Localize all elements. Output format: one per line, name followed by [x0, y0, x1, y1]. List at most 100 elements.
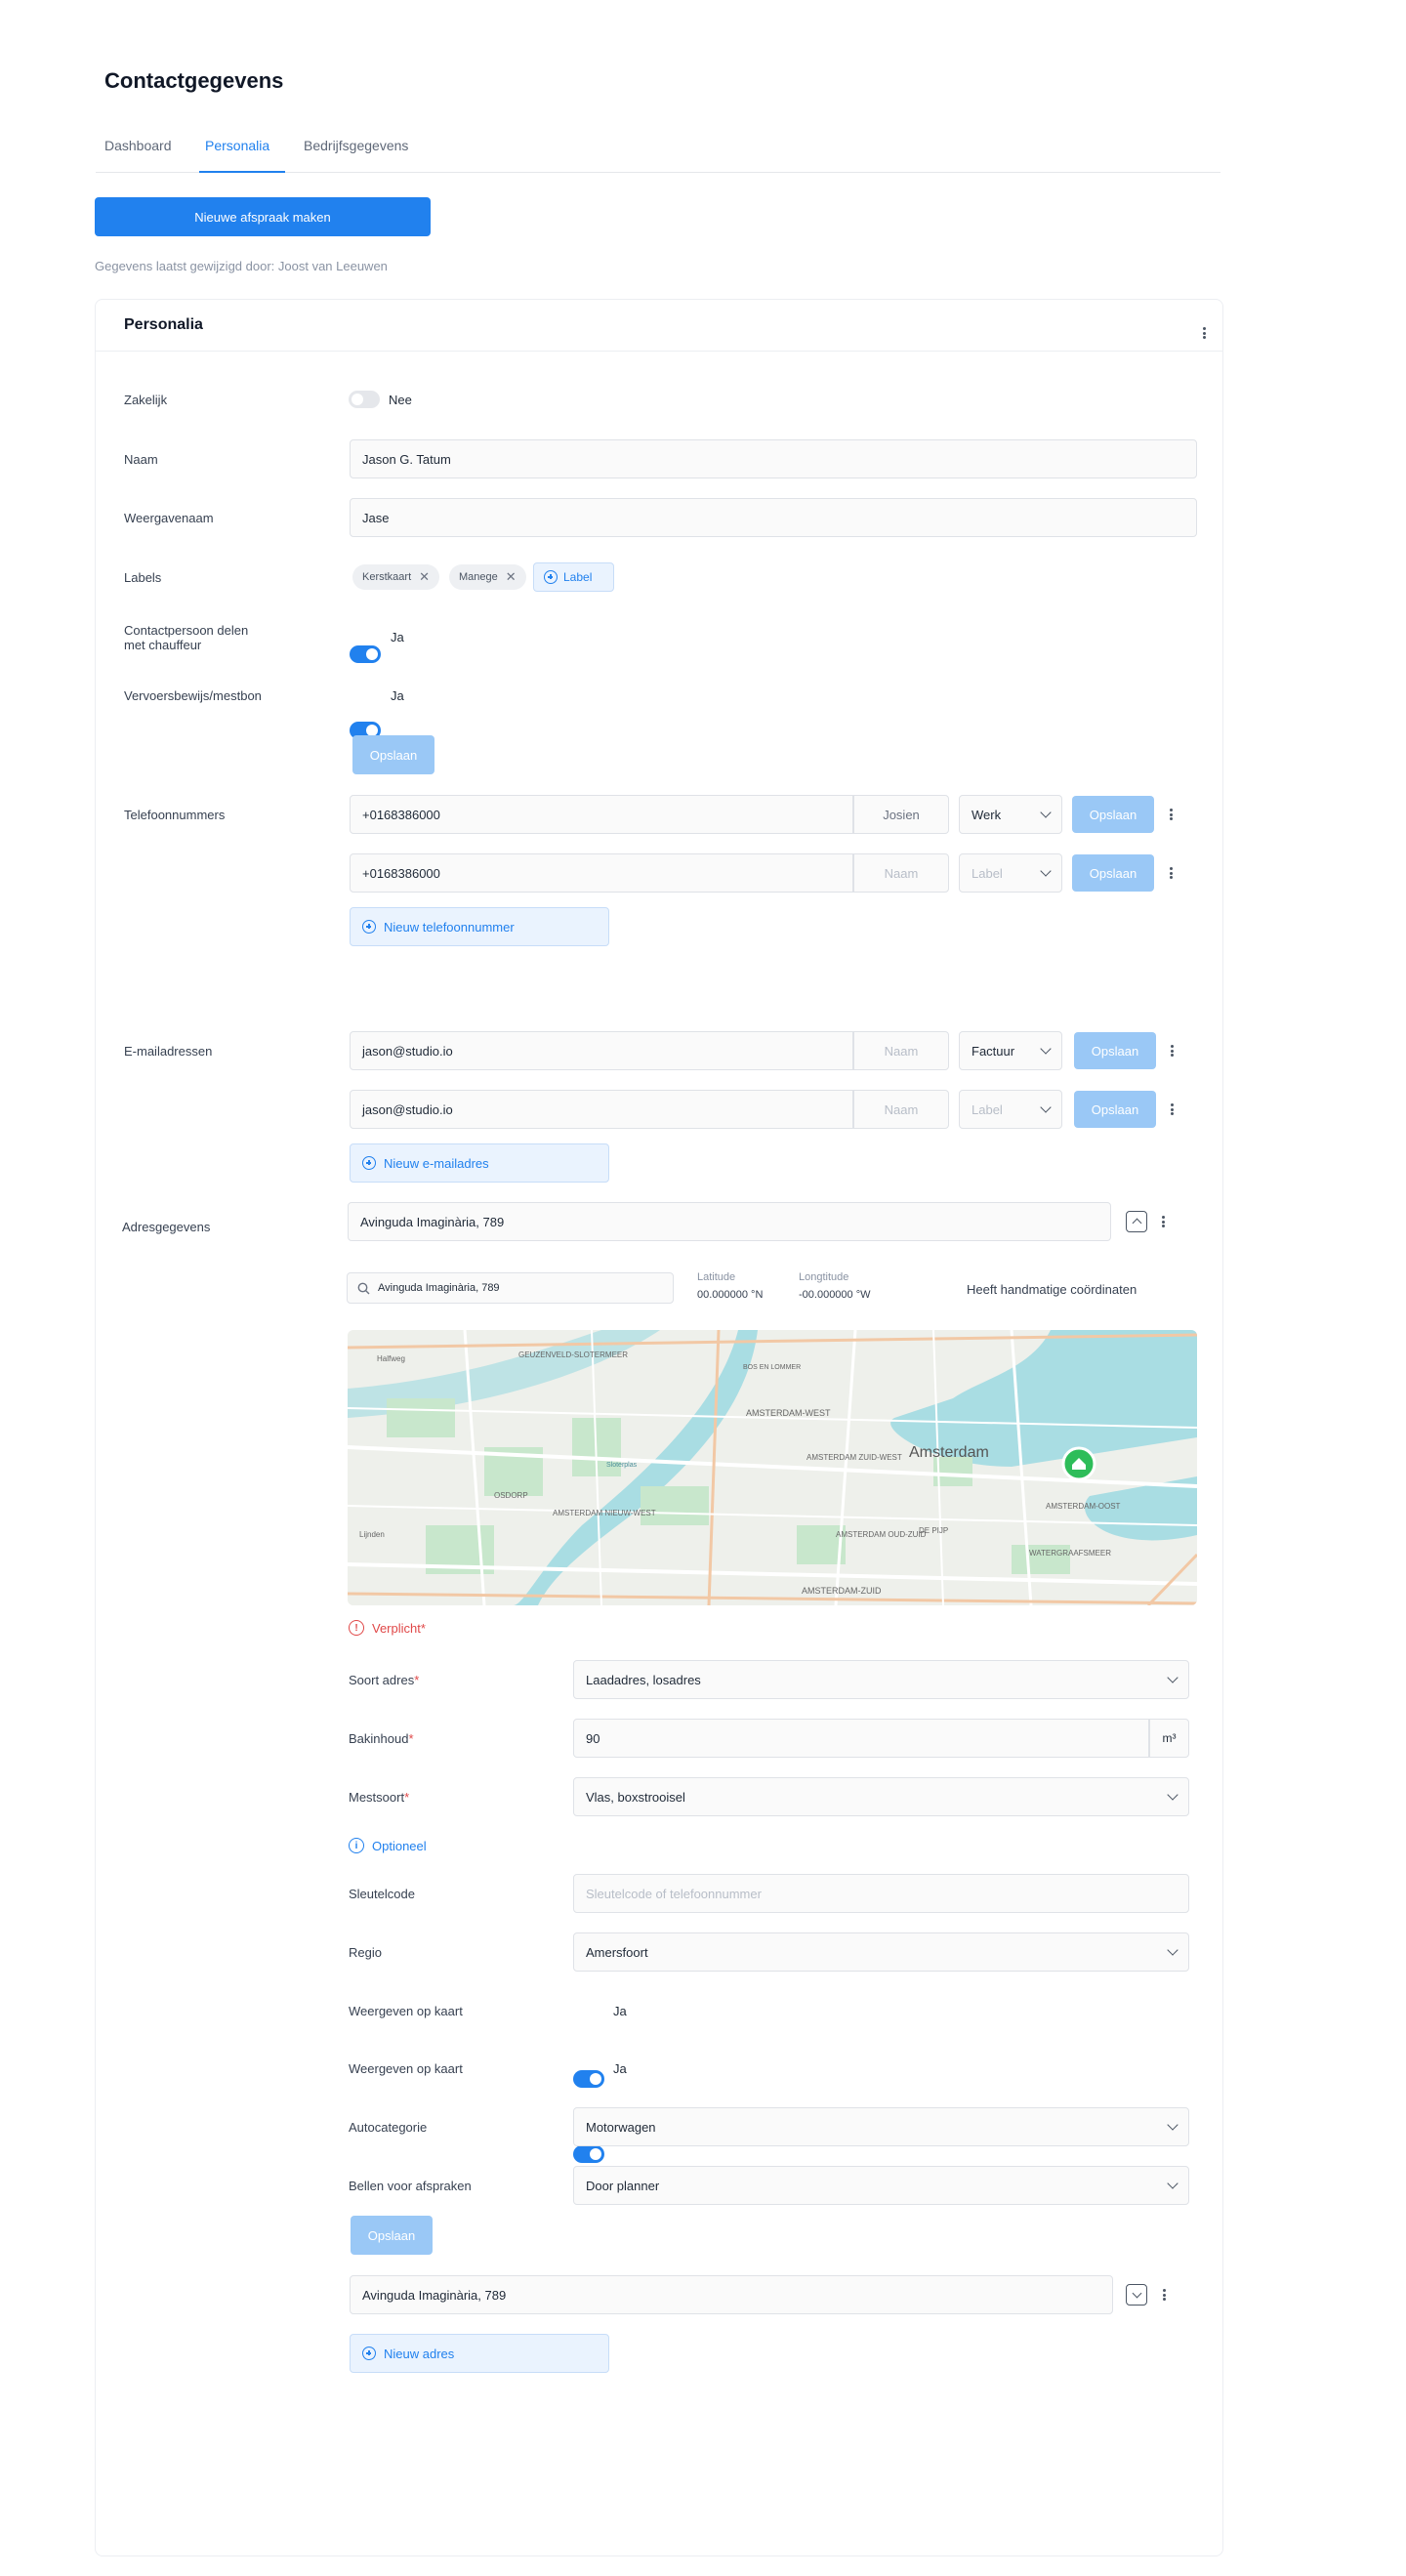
soort-adres-label-text: Soort adres — [349, 1673, 415, 1687]
tab-bedrijfsgegevens[interactable]: Bedrijfsgegevens — [304, 138, 408, 153]
address-map[interactable]: Amsterdam AMSTERDAM-WEST AMSTERDAM ZUID-… — [348, 1330, 1197, 1605]
add-email-text: Nieuw e-mailadres — [384, 1155, 489, 1171]
expand-address-button[interactable] — [1126, 2284, 1147, 2306]
add-address-button[interactable]: Nieuw adres — [350, 2334, 609, 2373]
show-on-map-label: Weergeven op kaart — [349, 2004, 463, 2018]
save-phone-button[interactable]: Opslaan — [1072, 796, 1154, 833]
map-district-label: Sloterplas — [606, 1462, 638, 1469]
sleutelcode-input[interactable]: Sleutelcode of telefoonnummer — [573, 1874, 1189, 1913]
show-on-map-value: Ja — [613, 2004, 627, 2018]
collapse-address-button[interactable] — [1126, 1211, 1147, 1232]
chevron-down-icon — [1040, 1101, 1052, 1113]
add-phone-button[interactable]: Nieuw telefoonnummer — [350, 907, 609, 946]
weergavenaam-label: Weergavenaam — [124, 511, 214, 525]
mestsoort-select[interactable]: Vlas, boxstrooisel — [573, 1777, 1189, 1816]
chevron-down-icon — [1167, 2119, 1179, 2131]
address-input[interactable]: Avinguda Imaginària, 789 — [350, 2275, 1113, 2314]
phone-number-input[interactable]: +0168386000 — [350, 853, 853, 893]
phone-row-menu-icon[interactable] — [1163, 864, 1179, 882]
contact-delen-label: Contactpersoon delen met chauffeur — [124, 623, 248, 652]
card-menu-icon[interactable] — [1196, 324, 1212, 342]
chevron-down-icon — [1040, 865, 1052, 877]
email-input[interactable]: jason@studio.io — [350, 1031, 853, 1070]
chevron-down-icon — [1040, 1043, 1052, 1055]
bakinhoud-input[interactable]: 90 — [573, 1719, 1149, 1758]
show-on-map-toggle[interactable] — [573, 2145, 604, 2163]
address-menu-icon[interactable] — [1156, 2286, 1172, 2304]
optional-text: Optioneel — [372, 1838, 427, 1853]
chevron-down-icon — [1167, 1944, 1179, 1956]
autocategorie-select[interactable]: Motorwagen — [573, 2107, 1189, 2146]
bakinhoud-label: Bakinhoud* — [349, 1731, 414, 1746]
show-on-map-toggle[interactable] — [573, 2070, 604, 2088]
map-district-label: Halfweg — [377, 1354, 405, 1363]
map-district-label: AMSTERDAM-OOST — [1046, 1502, 1121, 1511]
zakelijk-toggle[interactable] — [349, 391, 380, 408]
bakinhoud-unit: m³ — [1149, 1719, 1189, 1758]
remove-label-icon[interactable]: ✕ — [506, 569, 517, 585]
phone-name-input[interactable]: Josien — [853, 795, 949, 834]
address-search-input[interactable]: Avinguda Imaginària, 789 — [347, 1272, 674, 1304]
map-pin-icon — [1061, 1446, 1096, 1481]
email-row-menu-icon[interactable] — [1164, 1042, 1179, 1059]
manual-coords-label: Heeft handmatige coördinaten — [967, 1282, 1137, 1297]
new-appointment-button[interactable]: Nieuwe afspraak maken — [95, 197, 431, 236]
sleutelcode-label: Sleutelcode — [349, 1887, 415, 1901]
tab-dashboard[interactable]: Dashboard — [104, 138, 172, 153]
regio-select[interactable]: Amersfoort — [573, 1932, 1189, 1972]
address-input[interactable]: Avinguda Imaginària, 789 — [348, 1202, 1111, 1241]
save-email-button[interactable]: Opslaan — [1074, 1032, 1156, 1069]
address-menu-icon[interactable] — [1155, 1213, 1171, 1230]
add-email-button[interactable]: Nieuw e-mailadres — [350, 1143, 609, 1183]
plus-circle-icon — [362, 1156, 376, 1170]
active-tab-indicator — [199, 171, 285, 173]
card-header — [95, 299, 1223, 352]
email-name-input[interactable]: Naam — [853, 1090, 949, 1129]
vervoersbewijs-label: Vervoersbewijs/mestbon — [124, 688, 262, 703]
naam-label: Naam — [124, 452, 158, 467]
email-input[interactable]: jason@studio.io — [350, 1090, 853, 1129]
contact-delen-value: Ja — [391, 630, 404, 644]
email-row-menu-icon[interactable] — [1164, 1101, 1179, 1118]
labels-label: Labels — [124, 570, 162, 585]
phone-type-select[interactable]: Werk — [959, 795, 1062, 834]
bakinhoud-label-text: Bakinhoud — [349, 1731, 409, 1746]
weergavenaam-input[interactable]: Jase — [350, 498, 1197, 537]
longitude-label: Longtitude — [799, 1271, 849, 1283]
email-type-select[interactable]: Label — [959, 1090, 1062, 1129]
latitude-label: Latitude — [697, 1271, 736, 1283]
map-district-label: AMSTERDAM NIEUW-WEST — [553, 1509, 656, 1517]
soort-adres-select[interactable]: Laadadres, losadres — [573, 1660, 1189, 1699]
plus-circle-icon — [362, 920, 376, 934]
phone-name-placeholder: Naam — [884, 865, 919, 881]
show-on-map-label: Weergeven op kaart — [349, 2061, 463, 2076]
regio-label: Regio — [349, 1945, 382, 1960]
phone-number-input[interactable]: +0168386000 — [350, 795, 853, 834]
save-email-button[interactable]: Opslaan — [1074, 1091, 1156, 1128]
map-district-label: DE PIJP — [919, 1526, 948, 1535]
phones-label: Telefoonnummers — [124, 808, 226, 822]
add-label-button[interactable]: Label — [533, 562, 614, 592]
bellen-select[interactable]: Door planner — [573, 2166, 1189, 2205]
chevron-up-icon — [1132, 1218, 1141, 1228]
vervoersbewijs-value: Ja — [391, 688, 404, 703]
alert-circle-icon: ! — [349, 1620, 364, 1636]
map-district-label: OSDORP — [494, 1491, 528, 1500]
phone-row-menu-icon[interactable] — [1163, 806, 1179, 823]
tab-personalia[interactable]: Personalia — [205, 138, 269, 153]
address-label: Adresgegevens — [122, 1220, 211, 1234]
autocategorie-value: Motorwagen — [586, 2119, 656, 2135]
phone-name-input[interactable]: Naam — [853, 853, 949, 893]
save-personalia-button[interactable]: Opslaan — [352, 735, 434, 774]
email-name-placeholder: Naam — [884, 1101, 919, 1117]
contact-delen-label-line1: Contactpersoon delen — [124, 623, 249, 638]
email-name-input[interactable]: Naam — [853, 1031, 949, 1070]
phone-type-select[interactable]: Label — [959, 853, 1062, 893]
email-type-select[interactable]: Factuur — [959, 1031, 1062, 1070]
contact-delen-toggle[interactable] — [350, 645, 381, 663]
remove-label-icon[interactable]: ✕ — [419, 569, 430, 585]
naam-input[interactable]: Jason G. Tatum — [350, 439, 1197, 478]
save-phone-button[interactable]: Opslaan — [1072, 854, 1154, 892]
save-address-button[interactable]: Opslaan — [351, 2216, 433, 2255]
mestsoort-value: Vlas, boxstrooisel — [586, 1789, 685, 1805]
